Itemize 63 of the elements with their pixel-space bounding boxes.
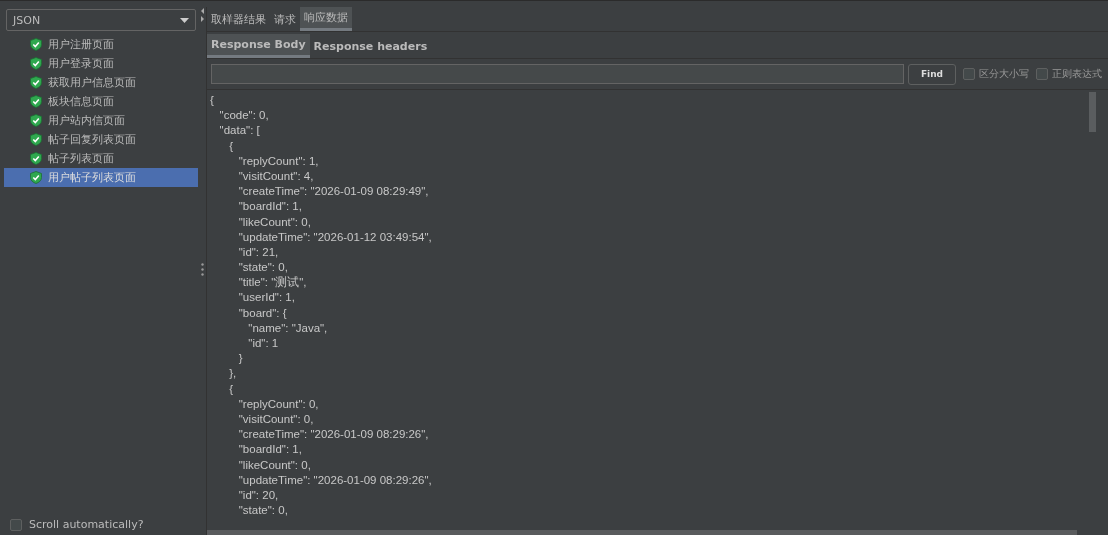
code-line: "code": 0, bbox=[218, 108, 270, 124]
shield-check-icon bbox=[30, 38, 42, 51]
code-line: "id": 21, bbox=[237, 244, 280, 260]
checkbox-label: 正则表达式 bbox=[1052, 67, 1102, 81]
shield-check-icon bbox=[30, 171, 42, 184]
code-line: "board": { bbox=[237, 305, 288, 321]
code-line: } bbox=[237, 351, 244, 367]
code-line: "createTime": "2026-01-09 08:29:26", bbox=[237, 427, 430, 443]
collapse-arrows-icon[interactable] bbox=[199, 7, 205, 23]
code-line: "state": 0, bbox=[237, 503, 289, 519]
code-line: "data": [ bbox=[218, 123, 261, 139]
code-line: "userId": 1, bbox=[237, 290, 296, 306]
code-line: "state": 0, bbox=[237, 260, 289, 276]
tree-item[interactable]: 帖子回复列表页面 bbox=[4, 130, 198, 149]
code-line: "updateTime": "2026-01-09 08:29:26", bbox=[237, 472, 433, 488]
code-line: "updateTime": "2026-01-12 03:49:54", bbox=[237, 229, 433, 245]
tab[interactable]: 响应数据 bbox=[300, 7, 352, 31]
tab[interactable]: Response headers bbox=[309, 34, 432, 58]
splitter-handle-icon[interactable] bbox=[200, 263, 204, 276]
code-line: { bbox=[210, 93, 215, 108]
viewer-dropdown[interactable]: JSON bbox=[6, 9, 196, 31]
tree-item[interactable]: 用户登录页面 bbox=[4, 54, 198, 73]
tree-item[interactable]: 板块信息页面 bbox=[4, 92, 198, 111]
code-line: "name": "Java", bbox=[247, 320, 329, 336]
code-line: }, bbox=[228, 366, 238, 382]
shield-check-icon bbox=[30, 76, 42, 89]
code-line: "visitCount": 4, bbox=[237, 168, 315, 184]
checkbox-label: Scroll automatically? bbox=[29, 518, 144, 531]
shield-check-icon bbox=[30, 114, 42, 127]
tree-item[interactable]: 用户注册页面 bbox=[4, 35, 198, 54]
code-line: "id": 1 bbox=[247, 336, 280, 351]
shield-check-icon bbox=[30, 57, 42, 70]
tab[interactable]: 取样器结果 bbox=[207, 7, 270, 31]
tree-item[interactable]: 用户站内信页面 bbox=[4, 111, 198, 130]
code-line: "replyCount": 1, bbox=[237, 153, 320, 169]
shield-check-icon bbox=[30, 95, 42, 108]
code-line: "boardId": 1, bbox=[237, 199, 303, 215]
code-line: "likeCount": 0, bbox=[237, 457, 312, 473]
code-line: "createTime": "2026-01-09 08:29:49", bbox=[237, 184, 430, 200]
search-field[interactable] bbox=[211, 64, 904, 84]
shield-check-icon bbox=[30, 133, 42, 146]
checkbox[interactable] bbox=[1036, 68, 1048, 80]
code-line: { bbox=[228, 381, 234, 397]
find-button[interactable]: Find bbox=[907, 63, 956, 85]
dropdown-arrow-icon bbox=[180, 17, 189, 23]
code-line: "title": "测试", bbox=[237, 275, 308, 291]
code-line: "visitCount": 0, bbox=[237, 411, 315, 427]
code-line: "id": 20, bbox=[237, 487, 280, 503]
checkbox[interactable] bbox=[963, 68, 975, 80]
tree-item[interactable]: 用户帖子列表页面 bbox=[4, 168, 198, 187]
code-line: "likeCount": 0, bbox=[237, 214, 312, 230]
code-line: "replyCount": 0, bbox=[237, 396, 320, 412]
code-line: { bbox=[228, 138, 234, 154]
checkbox[interactable] bbox=[10, 518, 22, 531]
tab[interactable]: 请求 bbox=[270, 7, 300, 31]
code-line: "boardId": 1, bbox=[237, 442, 303, 458]
tree-item[interactable]: 获取用户信息页面 bbox=[4, 73, 198, 92]
shield-check-icon bbox=[30, 152, 42, 165]
tree-item[interactable]: 帖子列表页面 bbox=[4, 149, 198, 168]
tab[interactable]: Response Body bbox=[207, 34, 310, 58]
horizontal-scrollbar[interactable] bbox=[207, 530, 1077, 535]
checkbox-label: 区分大小写 bbox=[979, 67, 1029, 81]
scrollbar-thumb[interactable] bbox=[1089, 92, 1096, 132]
